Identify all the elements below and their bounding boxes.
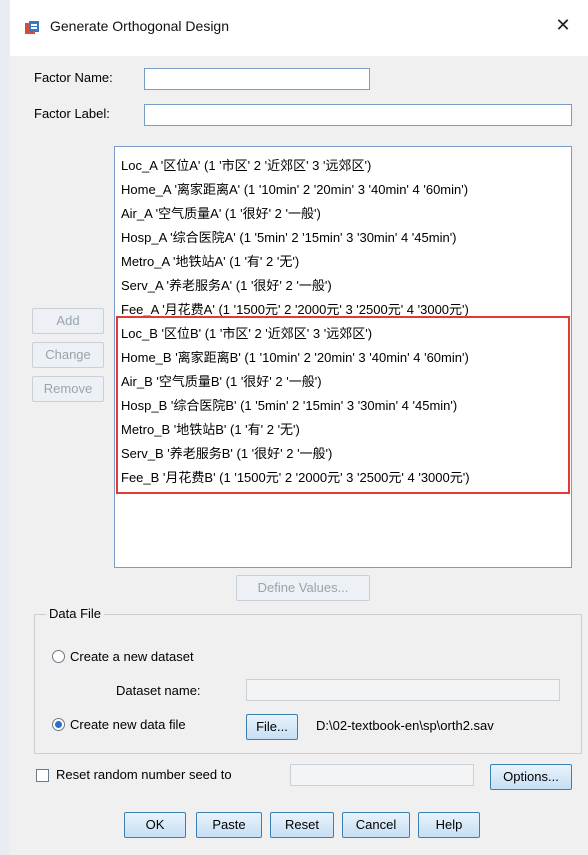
highlight-box [116,316,570,494]
help-button[interactable]: Help [418,812,480,838]
reset-seed-label[interactable]: Reset random number seed to [56,767,232,782]
data-file-group-title: Data File [46,606,105,621]
factor-label-input[interactable] [144,104,572,126]
spss-app-icon [25,21,39,34]
ok-button[interactable]: OK [124,812,186,838]
factor-label-label: Factor Label: [34,106,110,121]
change-button[interactable]: Change [32,342,104,368]
factor-list-item[interactable]: Metro_A '地铁站A' (1 '有' 2 '无') [121,251,299,270]
create-dataset-radio[interactable] [52,650,65,663]
file-button[interactable]: File... [246,714,298,740]
factor-list-item[interactable]: Serv_A '养老服务A' (1 '很好' 2 '一般') [121,275,332,294]
dataset-name-input[interactable] [246,679,560,701]
create-file-label[interactable]: Create new data file [70,717,186,732]
dialog-window: Generate Orthogonal Design ✕ Factor Name… [10,0,588,855]
add-button[interactable]: Add [32,308,104,334]
paste-button[interactable]: Paste [196,812,262,838]
file-path: D:\02-textbook-en\sp\orth2.sav [316,718,494,733]
options-button[interactable]: Options... [490,764,572,790]
seed-input[interactable] [290,764,474,786]
factor-name-input[interactable] [144,68,370,90]
factor-list-item[interactable]: Air_A '空气质量A' (1 '很好' 2 '一般') [121,203,321,222]
create-file-radio[interactable] [52,718,65,731]
dataset-name-label: Dataset name: [116,683,201,698]
window-title: Generate Orthogonal Design [50,18,229,34]
cancel-button[interactable]: Cancel [342,812,410,838]
close-icon[interactable]: ✕ [552,14,574,36]
factor-list-item[interactable]: Home_A '离家距离A' (1 '10min' 2 '20min' 3 '4… [121,179,468,198]
reset-seed-checkbox[interactable] [36,769,49,782]
factor-list-item[interactable]: Hosp_A '综合医院A' (1 '5min' 2 '15min' 3 '30… [121,227,457,246]
reset-button[interactable]: Reset [270,812,334,838]
remove-button[interactable]: Remove [32,376,104,402]
create-dataset-label[interactable]: Create a new dataset [70,649,194,664]
define-values-button[interactable]: Define Values... [236,575,370,601]
factor-list-item[interactable]: Loc_A '区位A' (1 '市区' 2 '近郊区' 3 '远郊区') [121,155,371,174]
factor-name-label: Factor Name: [34,70,113,85]
title-bar: Generate Orthogonal Design ✕ [10,0,588,44]
